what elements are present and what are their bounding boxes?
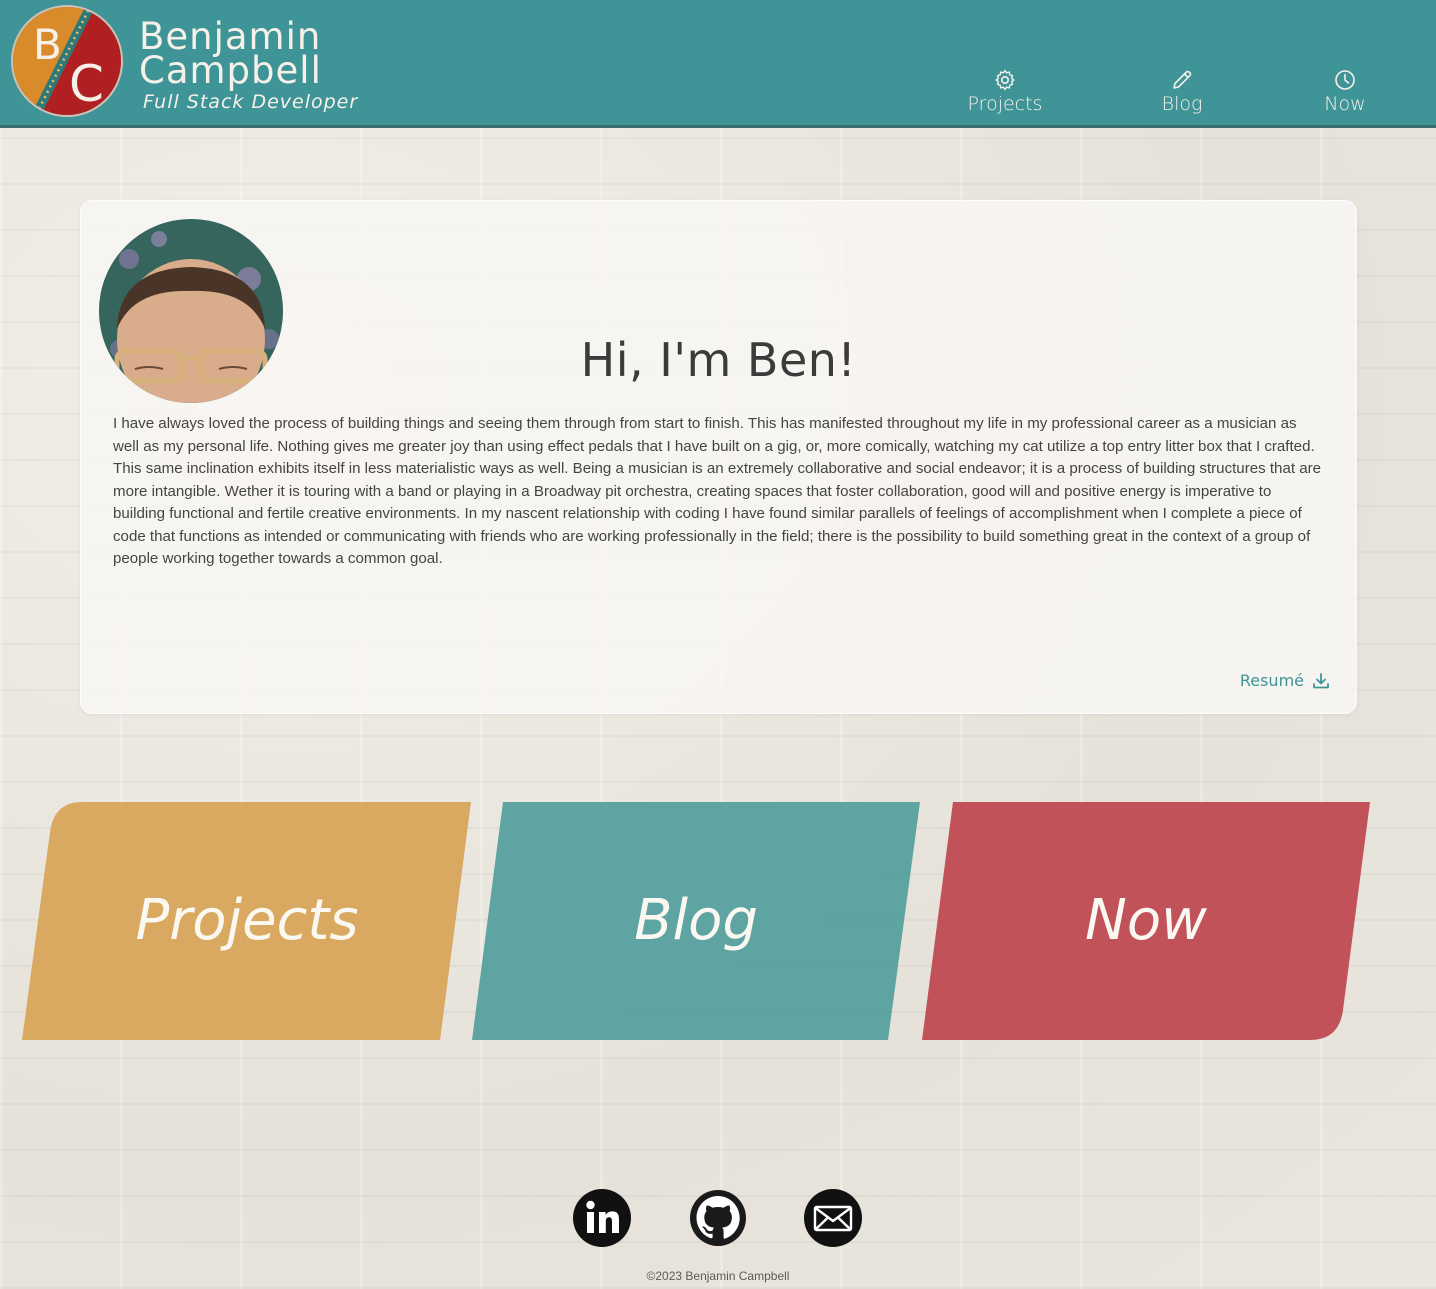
- tile-now[interactable]: Now: [922, 802, 1370, 1040]
- nav-now-label: Now: [1324, 93, 1366, 115]
- clock-icon: [1335, 70, 1355, 90]
- email-icon: [804, 1189, 862, 1247]
- nav-now[interactable]: Now: [1318, 68, 1372, 118]
- site-title-last: Campbell: [139, 49, 322, 92]
- pencil-icon: [1173, 70, 1192, 89]
- nav-projects[interactable]: Projects: [965, 68, 1045, 118]
- tile-projects-label: Projects: [135, 888, 359, 953]
- tile-blog[interactable]: Blog: [472, 802, 920, 1040]
- nav-blog[interactable]: Blog: [1152, 68, 1212, 118]
- about-card: Hi, I'm Ben! I have always loved the pro…: [80, 200, 1357, 714]
- site-tagline: Full Stack Developer: [143, 91, 359, 113]
- greeting-heading: Hi, I'm Ben!: [580, 333, 857, 387]
- email-link[interactable]: [804, 1189, 862, 1247]
- linkedin-icon: [573, 1189, 631, 1247]
- nav-blog-label: Blog: [1161, 93, 1203, 115]
- github-icon: [690, 1190, 746, 1246]
- tile-projects[interactable]: Projects: [22, 802, 472, 1040]
- svg-text:B: B: [33, 20, 62, 69]
- logo-monogram-icon: B C: [13, 7, 121, 115]
- tile-blog-label: Blog: [634, 888, 758, 953]
- svg-text:C: C: [69, 55, 104, 113]
- linkedin-link[interactable]: [573, 1189, 631, 1247]
- copyright-text: ©2023 Benjamin Campbell: [646, 1269, 790, 1283]
- nav-projects-label: Projects: [967, 93, 1043, 115]
- tile-now-label: Now: [1085, 888, 1207, 953]
- site-header: B C Benjamin Campbell Full Stack Develop…: [0, 0, 1436, 128]
- github-link[interactable]: [689, 1189, 747, 1247]
- site-logo[interactable]: B C: [11, 5, 123, 117]
- download-icon: [1313, 672, 1329, 688]
- bio-text: I have always loved the process of build…: [113, 415, 1322, 567]
- gear-icon: [995, 69, 1015, 91]
- resume-download-link[interactable]: Resumé: [1240, 671, 1330, 690]
- site-title: Benjamin Campbell: [139, 18, 322, 92]
- resume-label: Resumé: [1239, 671, 1304, 690]
